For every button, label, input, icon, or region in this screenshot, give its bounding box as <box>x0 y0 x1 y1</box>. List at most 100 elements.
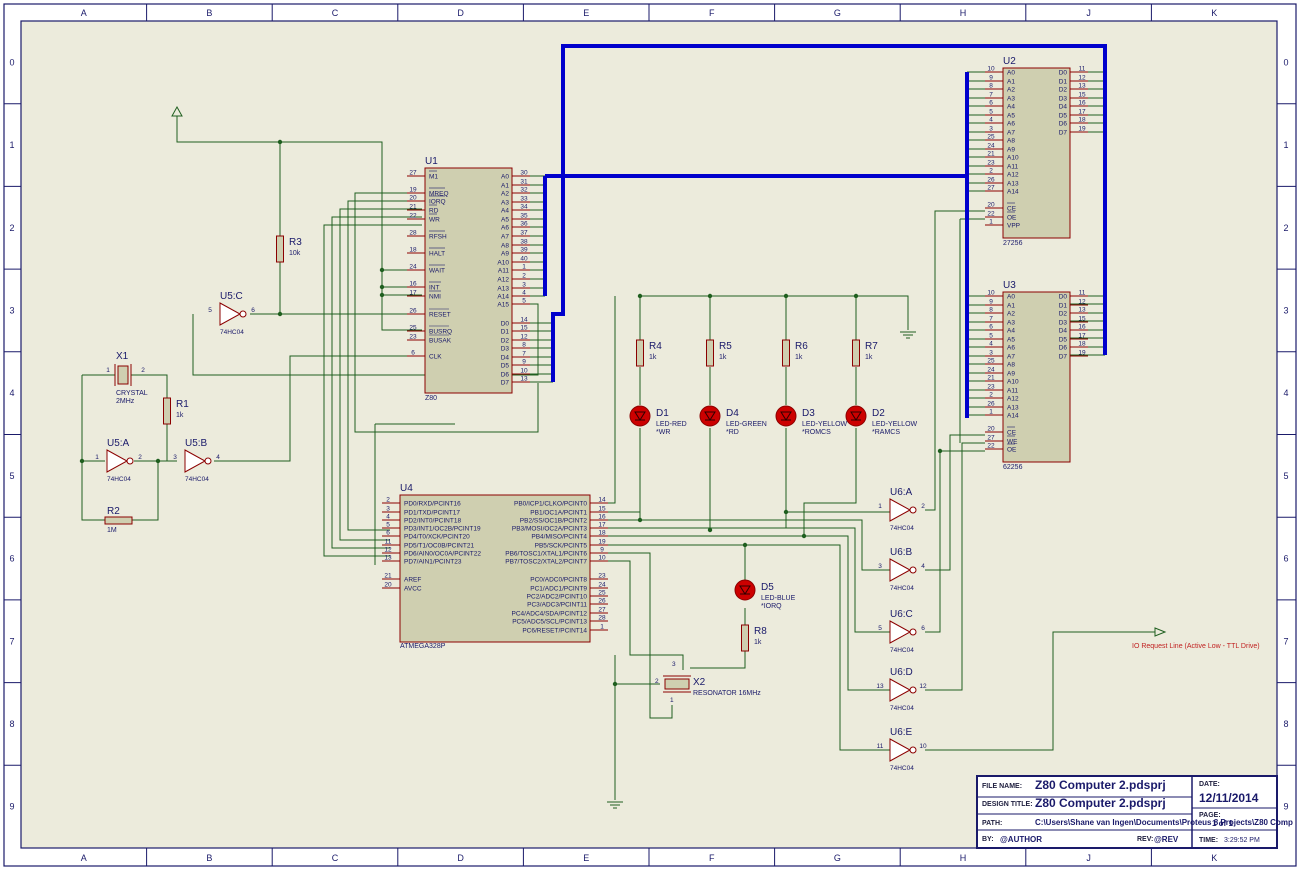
pin-name: D7 <box>1059 354 1068 361</box>
pin-number: 21 <box>987 151 995 158</box>
pin-name: VPP <box>1007 223 1020 230</box>
pin-name: AVCC <box>404 586 422 593</box>
pin-name: D4 <box>1059 104 1068 111</box>
pin-number: 14 <box>520 317 528 324</box>
col-label-top: B <box>206 8 212 18</box>
u1-value: Z80 <box>425 395 437 402</box>
sheet-frame: AABBCCDDEEFFGGHHJJKK0 01 12 23 34 45 56 67 78 89 9 <box>3 3 1297 867</box>
pin-name: RESET <box>429 312 451 319</box>
pin-number: 26 <box>987 401 995 408</box>
row-label-left: 1 <box>9 140 14 150</box>
pin-number: 27 <box>598 607 606 614</box>
pin-number: 12 <box>1078 75 1086 82</box>
pin-number: 4 <box>989 341 993 348</box>
pin-name: PD1/TXD/PCINT17 <box>404 510 460 517</box>
pin-number: 18 <box>1078 341 1086 348</box>
pin-name: PB0/ICP1/CLKO/PCINT0 <box>514 501 587 508</box>
pin-number: 3 <box>878 563 882 570</box>
pin-number: 32 <box>520 187 528 194</box>
pin-name: PD7/AIN1/PCINT23 <box>404 559 462 566</box>
junction-dot <box>783 293 789 299</box>
pin-number: 10 <box>520 368 528 375</box>
r8-resistor <box>741 624 749 652</box>
pin-name: WR <box>429 217 440 224</box>
x1-value: CRYSTAL <box>116 390 148 397</box>
date-value: 12/11/2014 <box>1199 791 1259 805</box>
pin-name: CE <box>1007 430 1017 437</box>
row-label-left: 3 <box>9 305 14 315</box>
inverter-u5-b-value: 74HC04 <box>185 476 209 483</box>
page-value: 1 of 1 <box>1212 819 1233 828</box>
pin-number: 28 <box>598 615 606 622</box>
pin-name: INT <box>429 285 440 292</box>
junction-dot <box>379 284 385 290</box>
x2-ref: X2 <box>693 677 706 688</box>
memory-value: 62256 <box>1003 464 1023 471</box>
col-label-bottom: G <box>834 853 841 863</box>
pin-name: RFSH <box>429 234 447 241</box>
d5-led-value: LED-BLUE <box>761 595 796 602</box>
pin-name: PC0/ADC0/PCINT8 <box>530 577 587 584</box>
pin-name: D5 <box>1059 337 1068 344</box>
pin-number: 5 <box>522 298 526 305</box>
file-name: Z80 Computer 2.pdsprj <box>1035 778 1166 792</box>
pin-number: 36 <box>520 221 528 228</box>
pin-number: 26 <box>598 598 606 605</box>
pin-name: A9 <box>501 251 509 258</box>
pin-number: 13 <box>876 683 884 690</box>
pin-number: 2 <box>989 168 993 175</box>
pin-name: A5 <box>501 217 509 224</box>
pin-number: 4 <box>216 454 220 461</box>
pin-name: RD <box>429 208 439 215</box>
d2-led-note: *RAMCS <box>872 429 900 436</box>
pin-number: 20 <box>409 195 417 202</box>
d4-led-ref: D4 <box>726 408 739 419</box>
col-label-bottom: D <box>457 853 464 863</box>
pin-number: 26 <box>409 308 417 315</box>
pin-number: 15 <box>1078 92 1086 99</box>
pin-number: 11 <box>385 539 392 546</box>
r2-value: 1M <box>107 527 117 534</box>
pin-name: A15 <box>497 302 509 309</box>
pin-name: A6 <box>501 225 509 232</box>
row-label-left: 0 <box>9 57 14 67</box>
pin-number: 13 <box>384 555 392 562</box>
d5-led <box>734 579 756 601</box>
pin-number: 20 <box>384 582 392 589</box>
r1-resistor-ref: R1 <box>176 399 189 410</box>
inverter-u6-c-ref: U6:C <box>890 609 913 620</box>
pin-name: A11 <box>498 268 509 275</box>
pin-name: A9 <box>1007 371 1015 378</box>
col-label-top: E <box>583 8 589 18</box>
pin-name: PD2/INT0/PCINT18 <box>404 518 461 525</box>
pin-name: CLK <box>429 354 442 361</box>
inverter-u5-b-ref: U5:B <box>185 438 208 449</box>
inverter-u6-b-value: 74HC04 <box>890 585 914 592</box>
r5-resistor-value: 1k <box>719 354 727 361</box>
row-label-left: 9 <box>9 802 14 812</box>
pin-number: 13 <box>1078 83 1086 90</box>
pin-number: 14 <box>598 497 606 504</box>
io-request-label: IO Request Line (Active Low - TTL Drive) <box>1132 643 1260 650</box>
pin-name: A3 <box>1007 320 1015 327</box>
pin-number: 9 <box>989 299 993 306</box>
x2-resonator <box>664 678 690 690</box>
row-label-left: 8 <box>9 719 14 729</box>
pin-name: A2 <box>1007 87 1015 94</box>
pin-number: 1 <box>600 624 604 631</box>
pin-number: 1 <box>670 697 674 704</box>
pin-name: PC3/ADC3/PCINT11 <box>527 602 587 609</box>
pin-number: 34 <box>520 204 528 211</box>
pin-number: 1 <box>989 219 993 226</box>
col-label-top: G <box>834 8 841 18</box>
pin-name: HALT <box>429 251 445 258</box>
pin-name: A14 <box>497 294 509 301</box>
path-value: C:\Users\Shane van Ingen\Documents\Prote… <box>1035 818 1293 827</box>
d5-led-note: *IORQ <box>761 603 782 610</box>
pin-number: 3 <box>989 126 993 133</box>
col-label-bottom: E <box>583 853 589 863</box>
col-label-top: K <box>1211 8 1217 18</box>
pin-number: 38 <box>520 239 528 246</box>
pin-number: 7 <box>989 92 993 99</box>
col-label-top: D <box>457 8 464 18</box>
